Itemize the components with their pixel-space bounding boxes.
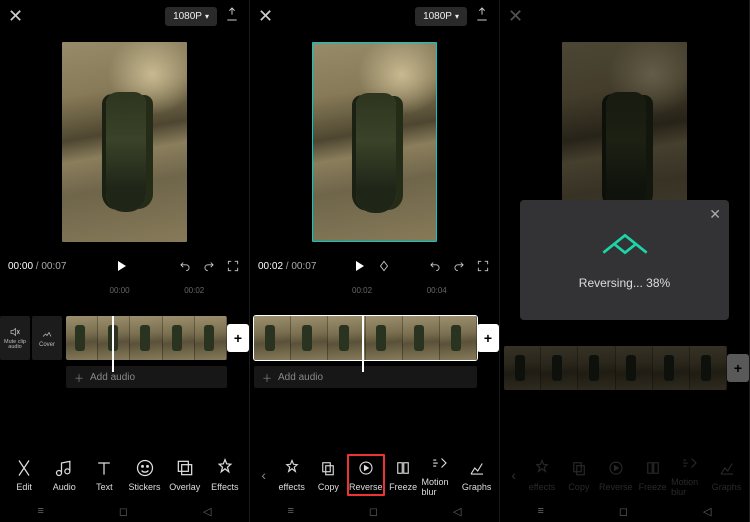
video-frame — [312, 42, 437, 242]
toolbar-back-icon: ‹ — [504, 467, 523, 483]
reverse-progress-icon — [599, 231, 651, 262]
undo-icon[interactable] — [177, 258, 193, 274]
top-bar: ✕ 1080P — [500, 0, 749, 32]
bottom-toolbar: ‹ effects Copy Reverse Freeze Motion blu… — [500, 450, 749, 500]
android-navbar: ≡ ◻ ◁ — [0, 500, 249, 522]
tool-edit[interactable]: Edit — [5, 458, 43, 492]
playback-bar: 00:00 / 00:07 — [0, 252, 249, 280]
tool-freeze: Freeze — [634, 458, 671, 492]
undo-icon[interactable] — [427, 258, 443, 274]
export-icon[interactable] — [473, 6, 491, 27]
time-display: 00:02 / 00:07 — [258, 261, 316, 272]
nav-menu-icon[interactable]: ≡ — [287, 505, 293, 517]
timeline[interactable]: 00:02 00:04 + ＋ Add audio — [250, 280, 499, 430]
toolbar-back-icon[interactable]: ‹ — [254, 467, 273, 483]
keyframe-icon[interactable] — [376, 258, 392, 274]
tool-graphs[interactable]: Graphs — [458, 458, 495, 492]
nav-menu-icon[interactable]: ≡ — [537, 505, 543, 517]
top-bar: ✕ 1080P — [250, 0, 499, 32]
timeline-ruler: 00:02 00:04 — [250, 286, 499, 298]
tool-reverse: Reverse — [597, 458, 634, 492]
video-clip — [504, 346, 727, 390]
tool-motionblur: Motion blur — [671, 453, 708, 497]
add-clip-button[interactable]: + — [227, 324, 249, 352]
fullscreen-icon[interactable] — [475, 258, 491, 274]
fullscreen-icon[interactable] — [225, 258, 241, 274]
video-clip[interactable] — [66, 316, 227, 360]
nav-back-icon[interactable]: ◁ — [703, 505, 711, 518]
bottom-toolbar: Edit Audio Text Stickers Overlay Effects — [0, 450, 249, 500]
nav-home-icon[interactable]: ◻ — [369, 505, 378, 518]
tool-motionblur[interactable]: Motion blur — [422, 453, 459, 497]
cover-label: Cover — [39, 342, 55, 348]
android-navbar: ≡ ◻ ◁ — [500, 500, 749, 522]
cover-button[interactable]: Cover — [32, 316, 62, 360]
tool-effects[interactable]: effects — [273, 458, 310, 492]
nav-back-icon[interactable]: ◁ — [453, 505, 461, 518]
playhead[interactable] — [112, 316, 114, 372]
resolution-selector[interactable]: 1080P — [165, 7, 217, 26]
add-clip-button[interactable]: + — [477, 324, 499, 352]
tool-audio[interactable]: Audio — [45, 458, 83, 492]
close-icon[interactable]: ✕ — [8, 6, 28, 27]
video-preview[interactable] — [250, 32, 499, 252]
video-preview[interactable] — [0, 32, 249, 252]
mute-clip-label: Mute clip audio — [0, 340, 30, 351]
nav-home-icon[interactable]: ◻ — [119, 505, 128, 518]
redo-icon[interactable] — [201, 258, 217, 274]
export-icon[interactable] — [223, 6, 241, 27]
tool-reverse[interactable]: Reverse — [347, 454, 385, 496]
close-icon[interactable]: ✕ — [258, 6, 278, 27]
tool-copy: Copy — [560, 458, 597, 492]
play-icon[interactable] — [114, 258, 130, 274]
add-clip-button: + — [727, 354, 749, 382]
progress-text: Reversing... 38% — [579, 276, 670, 290]
tool-effects[interactable]: Effects — [206, 458, 244, 492]
android-navbar: ≡ ◻ ◁ — [250, 500, 499, 522]
tool-graphs: Graphs — [708, 458, 745, 492]
nav-home-icon[interactable]: ◻ — [619, 505, 628, 518]
tool-effects: effects — [523, 458, 560, 492]
playback-bar: 00:02 / 00:07 — [250, 252, 499, 280]
timeline[interactable]: 00:00 00:02 Mute clip audio Cover + ＋ Ad… — [0, 280, 249, 430]
top-bar: ✕ 1080P — [0, 0, 249, 32]
timeline-ruler: 00:00 00:02 — [0, 286, 249, 298]
tool-stickers[interactable]: Stickers — [126, 458, 164, 492]
tool-copy[interactable]: Copy — [310, 458, 347, 492]
tool-overlay[interactable]: Overlay — [166, 458, 204, 492]
tool-freeze[interactable]: Freeze — [385, 458, 422, 492]
nav-menu-icon[interactable]: ≡ — [37, 505, 43, 517]
progress-overlay: ✕ Reversing... 38% — [520, 200, 729, 320]
add-audio-row[interactable]: ＋ Add audio — [254, 366, 477, 388]
play-icon[interactable] — [352, 258, 368, 274]
bottom-toolbar: ‹ effects Copy Reverse Freeze Motion blu… — [250, 450, 499, 500]
mute-clip-button[interactable]: Mute clip audio — [0, 316, 30, 360]
add-audio-row[interactable]: ＋ Add audio — [66, 366, 227, 388]
overlay-close-icon[interactable]: ✕ — [709, 206, 721, 223]
time-display: 00:00 / 00:07 — [8, 261, 66, 272]
close-icon[interactable]: ✕ — [508, 6, 528, 27]
tool-text[interactable]: Text — [85, 458, 123, 492]
video-frame — [62, 42, 187, 242]
nav-back-icon[interactable]: ◁ — [203, 505, 211, 518]
video-clip[interactable] — [254, 316, 477, 360]
resolution-selector[interactable]: 1080P — [415, 7, 467, 26]
redo-icon[interactable] — [451, 258, 467, 274]
playhead[interactable] — [362, 316, 364, 372]
